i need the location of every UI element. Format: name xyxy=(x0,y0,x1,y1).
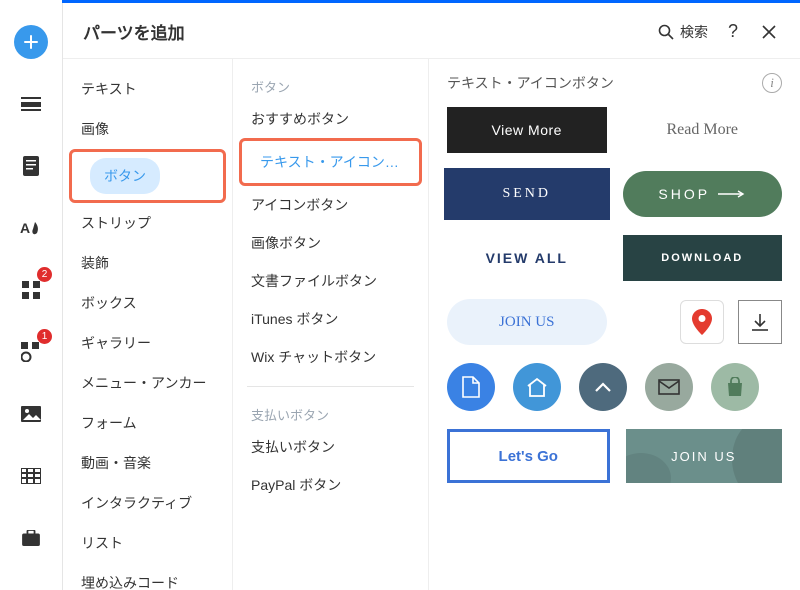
subcategory-item[interactable]: おすすめボタン xyxy=(233,100,428,138)
sample-file-circle[interactable] xyxy=(447,363,495,411)
panel-title: パーツを追加 xyxy=(83,19,644,44)
category-item[interactable]: ボックス xyxy=(63,283,232,323)
settings-icon[interactable]: 1 xyxy=(14,335,48,369)
category-item[interactable]: メニュー・アンカー xyxy=(63,363,232,403)
category-item[interactable]: ボタン xyxy=(90,158,160,194)
bag-icon xyxy=(726,377,744,397)
plus-icon xyxy=(14,25,48,59)
mail-icon xyxy=(658,379,680,395)
category-item[interactable]: テキスト xyxy=(63,69,232,109)
category-item[interactable]: インタラクティブ xyxy=(63,483,232,523)
category-item[interactable]: 装飾 xyxy=(63,243,232,283)
search-icon xyxy=(658,24,674,40)
badge: 2 xyxy=(37,267,52,282)
sample-home-circle[interactable] xyxy=(513,363,561,411)
subcategory-item[interactable]: PayPal ボタン xyxy=(233,466,428,504)
sections-icon[interactable] xyxy=(14,87,48,121)
info-icon[interactable]: i xyxy=(762,73,782,93)
chevron-up-icon xyxy=(594,381,612,393)
download-icon xyxy=(750,312,770,332)
subcategory-item[interactable]: Wix チャットボタン xyxy=(233,338,428,376)
apps-icon[interactable]: 2 xyxy=(14,273,48,307)
subcategory-item[interactable]: 画像ボタン xyxy=(233,224,428,262)
close-icon xyxy=(762,25,776,39)
data-icon[interactable] xyxy=(14,459,48,493)
design-icon[interactable]: A xyxy=(14,211,48,245)
sample-up-circle[interactable] xyxy=(579,363,627,411)
sample-read-more[interactable]: Read More xyxy=(623,107,783,153)
sample-download[interactable]: DOWNLOAD xyxy=(623,235,783,281)
sample-join-us[interactable]: JOIN US xyxy=(447,299,607,345)
category-item[interactable]: 動画・音楽 xyxy=(63,443,232,483)
icon-rail: A 2 1 xyxy=(0,3,62,590)
sample-join-us-2[interactable]: JOIN US xyxy=(626,429,783,483)
preview-title: テキスト・アイコンボタン xyxy=(447,73,762,93)
category-item[interactable]: 埋め込みコード xyxy=(63,563,232,590)
business-icon[interactable] xyxy=(14,521,48,555)
media-icon[interactable] xyxy=(14,397,48,431)
badge: 1 xyxy=(37,329,52,344)
sample-bag-circle[interactable] xyxy=(711,363,759,411)
sample-lets-go[interactable]: Let's Go xyxy=(447,429,610,483)
panel-header: パーツを追加 検索 ? xyxy=(63,3,800,59)
subcategory-item[interactable]: iTunes ボタン xyxy=(233,300,428,338)
add-button[interactable] xyxy=(14,25,48,59)
subgroup-title: ボタン xyxy=(233,69,428,100)
home-icon xyxy=(526,377,548,397)
sample-mail-circle[interactable] xyxy=(645,363,693,411)
category-list: テキスト画像ボタンストリップ装飾ボックスギャラリーメニュー・アンカーフォーム動画… xyxy=(63,59,233,590)
close-button[interactable] xyxy=(758,21,780,43)
category-item[interactable]: フォーム xyxy=(63,403,232,443)
search-button[interactable]: 検索 xyxy=(658,21,708,43)
sample-shop[interactable]: SHOP xyxy=(623,171,783,217)
subcategory-item[interactable]: 文書ファイルボタン xyxy=(233,262,428,300)
category-item[interactable]: リスト xyxy=(63,523,232,563)
sample-view-more[interactable]: View More xyxy=(447,107,607,153)
sample-pin[interactable] xyxy=(680,300,724,344)
preview-panel: テキスト・アイコンボタン i View More Read More SEND … xyxy=(429,59,800,590)
sample-send[interactable]: SEND xyxy=(447,171,607,217)
arrow-right-icon xyxy=(718,190,746,198)
subcategory-item[interactable]: アイコンボタン xyxy=(233,186,428,224)
sample-download-icon[interactable] xyxy=(738,300,782,344)
subgroup-title: 支払いボタン xyxy=(233,397,428,428)
subcategory-list: ボタンおすすめボタンテキスト・アイコン… アイコンボタン画像ボタン文書ファイルボタ… xyxy=(233,59,429,590)
category-item[interactable]: 画像 xyxy=(63,109,232,149)
help-button[interactable]: ? xyxy=(722,21,744,43)
category-item[interactable]: ギャラリー xyxy=(63,323,232,363)
page-icon[interactable] xyxy=(14,149,48,183)
sample-view-all[interactable]: VIEW ALL xyxy=(447,235,607,281)
category-item[interactable]: ストリップ xyxy=(63,203,232,243)
subcategory-item[interactable]: 支払いボタン xyxy=(233,428,428,466)
file-icon xyxy=(462,376,480,398)
subcategory-item[interactable]: テキスト・アイコン… xyxy=(242,143,419,181)
pin-icon xyxy=(692,309,712,335)
svg-text:A: A xyxy=(20,220,30,236)
